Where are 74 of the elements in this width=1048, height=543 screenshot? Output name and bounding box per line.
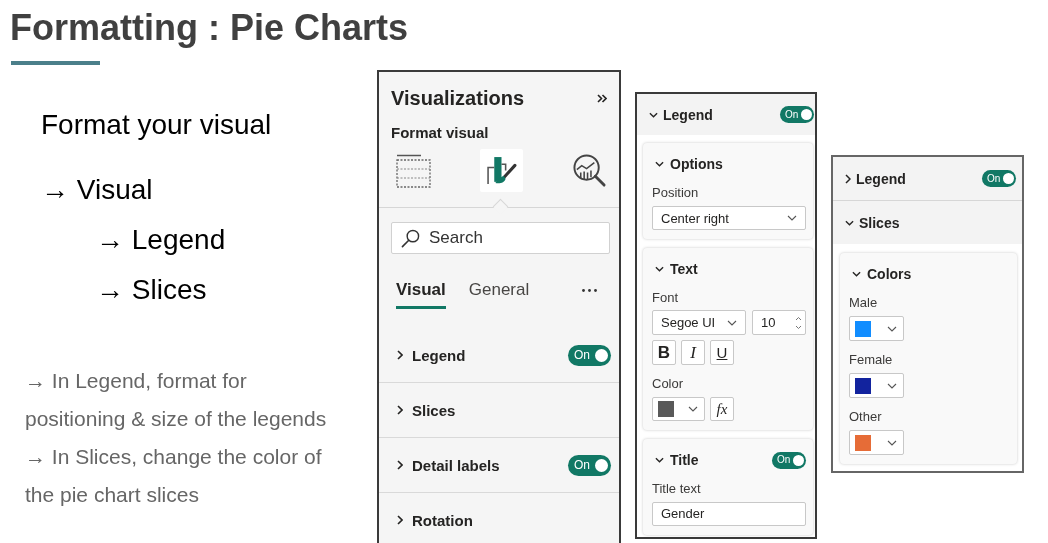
tab[interactable]: Visual [396, 278, 446, 309]
chevron-right-icon[interactable] [397, 350, 403, 360]
chevron-down-icon [787, 215, 797, 221]
section-title[interactable]: Legend [412, 346, 466, 364]
field-label: Title text [652, 481, 701, 497]
card-title[interactable]: Title [670, 452, 699, 468]
chevron-down-icon[interactable] [852, 271, 861, 277]
chevron-right-icon[interactable] [397, 460, 403, 470]
dropdown[interactable]: Center right [652, 206, 806, 230]
section-title[interactable]: Slices [859, 214, 900, 231]
color-dropdown[interactable] [849, 373, 904, 398]
font-dropdown[interactable]: Segoe UI [652, 310, 746, 335]
chevron-down-icon [887, 325, 897, 332]
more-icon[interactable] [582, 289, 597, 292]
section-header[interactable]: Legend On [637, 94, 815, 135]
color-dropdown[interactable] [849, 316, 904, 341]
toggle-switch[interactable]: On [780, 106, 814, 123]
chevron-down-icon [887, 439, 897, 446]
underline-button[interactable]: U [710, 340, 734, 365]
bold-button[interactable]: B [652, 340, 676, 365]
dashed-table-icon[interactable] [396, 153, 431, 188]
search-field[interactable]: Search [391, 222, 610, 254]
chevron-down-icon[interactable] [655, 161, 664, 167]
note-text: → In Legend, format for positioning & size of the legends [25, 368, 328, 432]
field-label: Other [849, 409, 882, 425]
section-header[interactable]: Legend On [833, 157, 1022, 200]
outline-item: → Visual [41, 173, 153, 207]
fx-button[interactable]: fx [710, 397, 734, 421]
italic-button[interactable]: I [681, 340, 705, 365]
spinner-arrows-icon[interactable] [795, 315, 802, 330]
double-chevron-icon[interactable] [597, 93, 607, 103]
note-text: → In Slices, change the color of the pie chart slices [25, 444, 323, 508]
chevron-down-icon [887, 382, 897, 389]
text-field[interactable]: Gender [652, 502, 806, 526]
toggle-switch[interactable]: On [982, 170, 1016, 187]
chevron-down-icon[interactable] [845, 219, 854, 226]
paintbrush-chart-icon[interactable] [480, 149, 523, 192]
pane-title: Visualizations [391, 86, 524, 111]
chevron-down-icon [727, 319, 737, 326]
color-dropdown[interactable] [652, 397, 705, 421]
outline-subitem: → Legend [96, 223, 226, 257]
field-label: Male [849, 295, 878, 311]
section-title[interactable]: Legend [856, 170, 906, 187]
field-label: Font [652, 290, 678, 306]
chevron-right-icon[interactable] [845, 173, 851, 184]
toggle-switch[interactable]: On [772, 451, 806, 469]
card-title[interactable]: Colors [867, 266, 912, 282]
chevron-down-icon[interactable] [655, 266, 664, 272]
chart-magnifier-icon[interactable] [572, 153, 607, 188]
field-label: Color [652, 376, 684, 392]
outline-subitem: → Slices [96, 273, 207, 307]
chevron-down-icon [688, 406, 698, 412]
section-title[interactable]: Rotation [412, 511, 473, 529]
chevron-right-icon[interactable] [397, 515, 403, 525]
section-header[interactable]: Slices [833, 200, 1022, 244]
chevron-down-icon[interactable] [649, 111, 658, 118]
section-title[interactable]: Detail labels [412, 456, 500, 474]
toggle-switch[interactable]: On [568, 454, 611, 476]
color-dropdown[interactable] [849, 430, 904, 455]
slide-title: Formatting : Pie Charts [10, 6, 409, 50]
field-label: Position [652, 185, 699, 201]
section-title[interactable]: Legend [663, 106, 713, 123]
field-label: Female [849, 352, 893, 368]
card-title[interactable]: Text [670, 261, 698, 277]
search-icon [401, 228, 420, 248]
card-title[interactable]: Options [670, 156, 723, 172]
chevron-right-icon[interactable] [397, 405, 403, 415]
tab[interactable]: General [468, 278, 530, 309]
pane-subtitle: Format visual [391, 123, 489, 143]
size-field[interactable]: 10 [752, 310, 806, 335]
outline-heading: Format your visual [41, 108, 272, 142]
section-title[interactable]: Slices [412, 401, 456, 419]
chevron-down-icon[interactable] [655, 457, 664, 463]
toggle-switch[interactable]: On [568, 344, 611, 366]
